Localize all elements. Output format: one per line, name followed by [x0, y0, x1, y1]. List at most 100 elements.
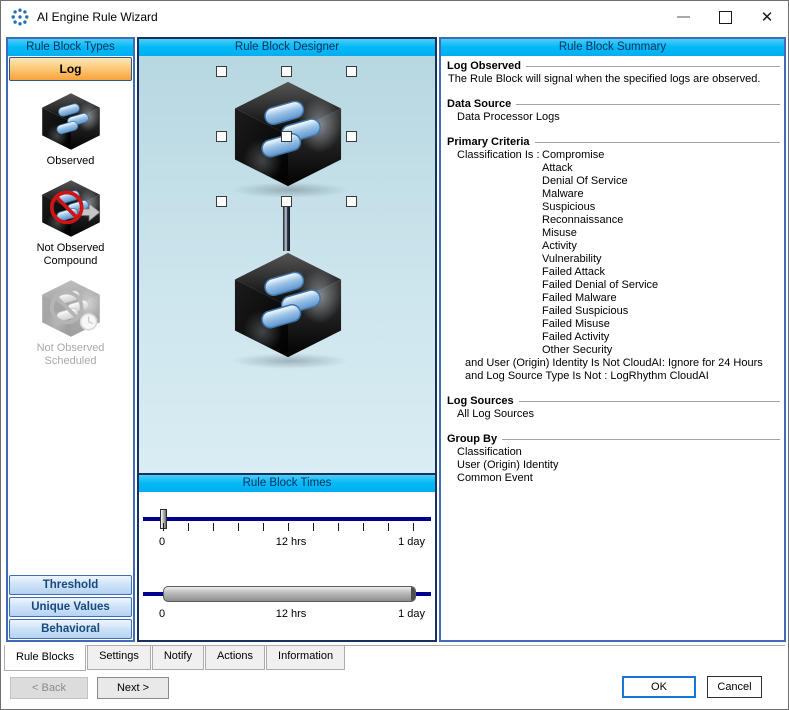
classification-item: Malware	[542, 188, 780, 201]
rule-block-observed-label: Observed	[8, 155, 133, 168]
selection-handle[interactable]	[281, 131, 292, 142]
log-cube-prohibited-icon	[39, 178, 103, 239]
time-slider-track	[143, 517, 431, 521]
data-source-value: Data Processor Logs	[457, 111, 780, 124]
maximize-button[interactable]	[704, 1, 746, 33]
slider2-label-end: 1 day	[398, 608, 425, 620]
selection-handle[interactable]	[346, 66, 357, 77]
rule-block-not-observed-scheduled-label: Not Observed Scheduled	[8, 342, 133, 368]
rule-block-summary-header: Rule Block Summary	[441, 39, 784, 56]
classification-item: Failed Attack	[542, 266, 780, 279]
section-title: Group By	[447, 433, 497, 446]
slider1-label-end: 1 day	[398, 536, 425, 548]
section-divider	[519, 401, 780, 405]
section-log-observed: Log Observed The Rule Block will signal …	[445, 60, 780, 86]
ai-engine-rule-wizard-window: AI Engine Rule Wizard ✕ Rule Block Types…	[0, 0, 789, 710]
classification-list: CompromiseAttackDenial Of ServiceMalware…	[542, 149, 780, 357]
rule-block-summary-panel: Rule Block Summary Log Observed The Rule…	[439, 37, 786, 642]
minimize-button[interactable]	[662, 1, 704, 33]
rule-block-times-body: 0 12 hrs 1 day 0 12 hrs 1 day	[139, 492, 435, 626]
rule-block-category-buttons: ThresholdUnique ValuesBehavioral	[9, 573, 132, 639]
section-divider	[535, 142, 780, 146]
section-divider	[516, 104, 780, 108]
classification-item: Failed Malware	[542, 292, 780, 305]
slider1-label-mid: 12 hrs	[276, 536, 307, 548]
section-log-sources: Log Sources All Log Sources	[445, 395, 780, 421]
rule-block-not-observed-compound[interactable]: Not Observed Compound	[8, 178, 133, 268]
section-primary-criteria: Primary Criteria Classification Is : Com…	[445, 136, 780, 383]
classification-item: Activity	[542, 240, 780, 253]
log-cube-icon	[39, 91, 103, 152]
category-button[interactable]: Threshold	[9, 575, 132, 595]
section-data-source: Data Source Data Processor Logs	[445, 98, 780, 124]
minimize-icon	[677, 16, 690, 18]
cancel-button[interactable]: Cancel	[707, 676, 762, 698]
window-title: AI Engine Rule Wizard	[37, 10, 158, 24]
classification-item: Failed Misuse	[542, 318, 780, 331]
logrhythm-dots-logo-icon	[10, 7, 30, 27]
rule-block-times-header: Rule Block Times	[139, 473, 435, 492]
selection-handle[interactable]	[281, 66, 292, 77]
section-title: Data Source	[447, 98, 511, 111]
selection-handle[interactable]	[346, 196, 357, 207]
section-title: Log Observed	[447, 60, 521, 73]
classification-item: Vulnerability	[542, 253, 780, 266]
classification-item: Denial Of Service	[542, 175, 780, 188]
group-by-item: User (Origin) Identity	[457, 459, 780, 472]
log-cube-clock-icon	[39, 278, 103, 339]
designer-canvas[interactable]	[139, 56, 435, 473]
close-button[interactable]: ✕	[746, 1, 788, 33]
section-title: Primary Criteria	[447, 136, 530, 149]
category-button[interactable]: Behavioral	[9, 619, 132, 639]
maximize-icon	[719, 11, 732, 24]
wizard-tab[interactable]: Settings	[87, 646, 151, 670]
section-divider	[526, 66, 780, 70]
rule-block-types-panel: Rule Block Types Log Observed Not Observ…	[6, 37, 135, 642]
log-type-button[interactable]: Log	[9, 57, 132, 81]
back-button[interactable]: < Back	[10, 677, 88, 699]
wizard-tab[interactable]: Rule Blocks	[4, 645, 86, 671]
selection-handle[interactable]	[216, 66, 227, 77]
section-group-by: Group By ClassificationUser (Origin) Ide…	[445, 433, 780, 485]
classification-item: Compromise	[542, 149, 780, 162]
group-by-item: Common Event	[457, 472, 780, 485]
title-bar[interactable]: AI Engine Rule Wizard ✕	[1, 1, 788, 33]
wizard-tab[interactable]: Notify	[152, 646, 204, 670]
range-slider-labels: 0 12 hrs 1 day	[157, 608, 425, 621]
ok-button[interactable]: OK	[622, 676, 696, 698]
slider2-label-start: 0	[159, 608, 165, 620]
classification-item: Failed Suspicious	[542, 305, 780, 318]
classification-item: Misuse	[542, 227, 780, 240]
classification-item: Reconnaissance	[542, 214, 780, 227]
criteria-conditions: and User (Origin) Identity Is Not CloudA…	[465, 357, 780, 383]
classification-item: Attack	[542, 162, 780, 175]
slider-ticks	[163, 523, 414, 531]
log-sources-value: All Log Sources	[457, 408, 780, 421]
rule-block-observed[interactable]: Observed	[8, 91, 133, 168]
group-by-item: Classification	[457, 446, 780, 459]
rule-block-not-observed-compound-label: Not Observed Compound	[8, 242, 133, 268]
summary-body: Log Observed The Rule Block will signal …	[441, 56, 784, 485]
slider2-label-mid: 12 hrs	[276, 608, 307, 620]
wizard-tab[interactable]: Information	[266, 646, 345, 670]
close-icon: ✕	[761, 10, 774, 25]
wizard-tabs: Rule BlocksSettingsNotifyActionsInformat…	[4, 645, 785, 669]
rule-block-designer-panel: Rule Block Designer Rule Block Times 0	[137, 37, 437, 642]
selection-handle[interactable]	[216, 131, 227, 142]
classification-item: Failed Activity	[542, 331, 780, 344]
slider1-label-start: 0	[159, 536, 165, 548]
criteria-condition: and User (Origin) Identity Is Not CloudA…	[465, 357, 780, 370]
selection-handle[interactable]	[216, 196, 227, 207]
rule-block-cube[interactable]	[229, 249, 347, 361]
block-connector	[283, 203, 290, 251]
category-button[interactable]: Unique Values	[9, 597, 132, 617]
section-divider	[502, 439, 780, 443]
wizard-tab[interactable]: Actions	[205, 646, 265, 670]
range-slider-bar[interactable]	[163, 586, 416, 602]
rule-block-types-header: Rule Block Types	[8, 39, 133, 56]
selection-handle[interactable]	[346, 131, 357, 142]
selection-handle[interactable]	[281, 196, 292, 207]
criteria-condition: and Log Source Type Is Not : LogRhythm C…	[465, 370, 780, 383]
next-button[interactable]: Next >	[97, 677, 169, 699]
rule-block-not-observed-scheduled: Not Observed Scheduled	[8, 278, 133, 368]
